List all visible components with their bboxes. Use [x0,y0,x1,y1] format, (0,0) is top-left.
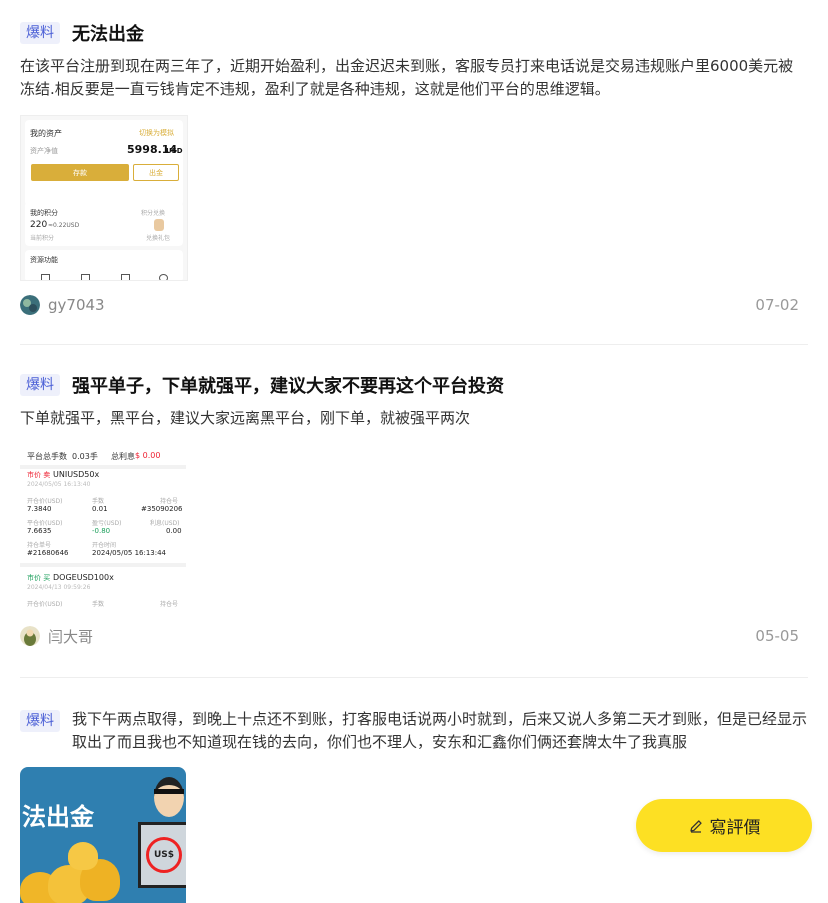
feature-icon [121,274,130,280]
thumb-headline: 法出金 [22,803,94,831]
thumb-equity-unit: USD [166,147,183,155]
post-tag[interactable]: 爆料 [20,710,60,732]
thumb-points-label: 我的积分 [30,209,58,217]
post-image[interactable]: 我的资产 切换为模拟 资产净值 5998.14 USD 存款 出金 我的积分 积… [20,115,188,281]
post-body: 我下午两点取得，到晚上十点还不到账，打客服电话说两小时就到，后来又说人多第二天才… [72,710,808,751]
thumb-cell-label: 平仓价(USD) [27,520,63,527]
post-card[interactable]: 爆料 我下午两点取得，到晚上十点还不到账，打客服电话说两小时就到，后来又说人多第… [20,708,808,754]
thumb-cell-label: 盈亏(USD) [92,520,122,527]
pencil-icon [689,819,702,833]
divider [20,677,808,678]
thumb-cell-value: #35090206 [141,505,183,513]
thumb-points-sub: ≈0.22USD [48,222,80,229]
gift-icon [154,219,164,231]
blocked-sign-text: US$ [153,850,175,860]
thumb-header-left: 平台总手数 [27,452,67,461]
post-title[interactable]: 无法出金 [72,20,144,46]
thumb-cell-label: 持仓单号 [27,542,52,549]
thumb-cell-value: 0.01 [92,505,108,513]
post-body: 在该平台注册到现在两三年了，近期开始盈利，出金迟迟未到账，客服专员打来电话说是交… [20,57,794,98]
blocked-sign: US$ [146,837,182,873]
post-card[interactable]: 爆料 无法出金 在该平台注册到现在两三年了，近期开始盈利，出金迟迟未到账，客服专… [20,20,808,101]
thumb-header-left-val: 0.03手 [72,452,98,461]
post-meta: gy7043 07-02 [20,294,808,316]
thumb-withdraw-button: 出金 [149,169,163,177]
post-image[interactable]: 法出金 US$ [20,767,186,903]
thumb-equity-label: 资产净值 [30,147,58,155]
thumb-cell-label: 手数 [92,498,105,505]
thumb-cell-label: 利息(USD) [150,520,180,527]
avatar [20,295,40,315]
money-bag-icon [68,842,98,870]
thumb-header-right-val: $ 0.00 [135,451,161,460]
post-tag[interactable]: 爆料 [20,374,60,396]
thumb-cell-label: 手数 [92,601,105,608]
thumb-row1-prefix: 市价 卖 [27,471,51,479]
thumb-cell-value: 7.6635 [27,527,52,535]
post-date: 07-02 [755,296,799,314]
write-review-button[interactable]: 寫評價 [636,799,812,852]
thumb-cell-label: 持仓号 [160,601,179,608]
thumb-cell-value: 7.3840 [27,505,52,513]
thumb-header-right: 总利息 [111,452,135,461]
divider [20,344,808,345]
thumb-points-caption: 当前积分 [30,235,55,242]
thumb-row2-prefix: 市价 买 [27,574,51,582]
post-meta: 闫大哥 05-05 [20,625,808,647]
thumb-cell-value: 2024/05/05 16:13:44 [92,549,167,557]
feature-icon [41,274,50,280]
post-body-wrap: 爆料 我下午两点取得，到晚上十点还不到账，打客服电话说两小时就到，后来又说人多第… [20,708,808,754]
thumb-cell-value: 0.00 [166,527,182,535]
post-image[interactable]: 平台总手数 0.03手 总利息 $ 0.00 市价 卖 UNIUSD50x 20… [20,443,186,611]
post-date: 05-05 [755,627,799,645]
thumb-row2-date: 2024/04/13 09:59:26 [27,584,91,591]
thumb-cell-label: 开仓时间 [92,542,117,549]
thumb-row1-title: UNIUSD50x [53,470,100,479]
post-body: 下单就强平，黑平台，建议大家远离黑平台，刚下单，就被强平两次 [20,409,471,427]
thumb-gift-caption: 兑换礼包 [146,235,171,242]
author-name: gy7043 [48,296,105,314]
thumb-cell-label: 开仓价(USD) [27,498,63,505]
post-card[interactable]: 爆料 强平单子，下单就强平，建议大家不要再这个平台投资 下单就强平，黑平台，建议… [20,372,808,430]
thief-figure [154,777,184,817]
post-tag[interactable]: 爆料 [20,22,60,44]
thumb-cell-label: 持仓号 [160,498,179,505]
thumb-features-label: 资源功能 [30,256,58,264]
thumb-cell-label: 开仓价(USD) [27,601,63,608]
thumb-cell-value: #21680646 [27,549,69,557]
thumb-row1-date: 2024/05/05 16:13:40 [27,481,91,488]
author-name: 闫大哥 [48,627,94,646]
write-review-label: 寫評價 [709,818,761,838]
feature-icon [159,274,168,280]
thumb-points-right: 积分兑换 [141,210,166,217]
thumb-deposit-button: 存款 [73,169,87,177]
thumb-row2-title: DOGEUSD100x [53,573,114,582]
thumb-asset-label: 我的资产 [30,129,62,138]
feature-icon [81,274,90,280]
author-link[interactable]: gy7043 [20,295,105,315]
thumb-link-label: 切换为模拟 [139,129,174,137]
thumb-cell-value: -0.80 [92,527,111,535]
avatar [20,626,40,646]
thumb-points-value: 220 [30,220,48,230]
post-title[interactable]: 强平单子，下单就强平，建议大家不要再这个平台投资 [72,372,504,398]
author-link[interactable]: 闫大哥 [20,626,93,647]
